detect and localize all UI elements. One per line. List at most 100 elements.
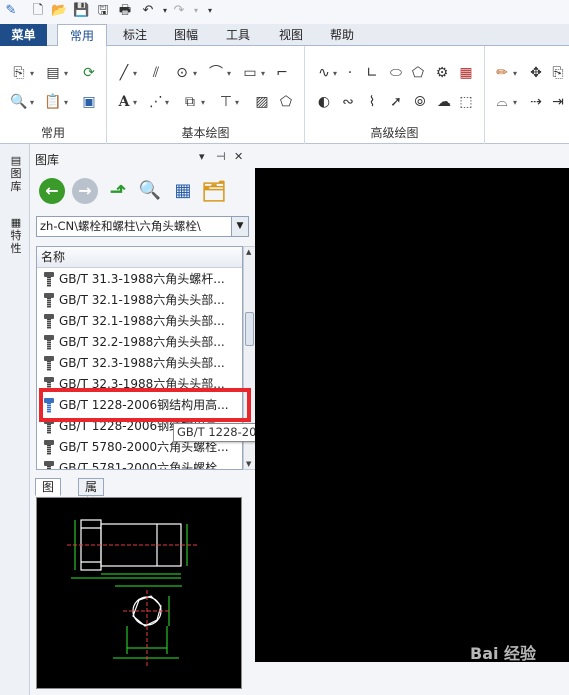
folder-view-button[interactable]: 🗂 [201,178,227,204]
app-logo-icon[interactable]: ✎ [3,3,19,19]
polyline-icon[interactable]: ⌐ [273,64,291,82]
tab-tools[interactable]: 工具 [220,24,256,46]
layer-icon[interactable]: ▣ [80,93,98,111]
parallel-icon[interactable]: ⫽ [147,64,165,82]
up-folder-button[interactable]: ⬏ [105,178,131,204]
side-tab-properties[interactable]: ▦ 特性 [8,216,24,255]
copy-icon[interactable]: ⎘ [549,64,567,82]
polygon-icon[interactable]: ⬠ [409,64,427,82]
wave-icon[interactable]: ∾ [339,93,357,111]
list-item-label: GB/T 32.1-1988六角头头部... [59,293,225,307]
text-icon[interactable]: A [115,93,133,111]
tab-sheet[interactable]: 图幅 [168,24,204,46]
ribbon-group-basic-draw: ╱ ▾ ⫽ ⊙ ▾ ⌒ ▾ ▭ ▾ ⌐ A ▾ ⋰ ▾ ⧉ ▾ ⊤ ▾ ▨ ⬠ 基本绘图 [107,46,305,144]
list-item[interactable]: GB/T 32.3-1988六角头头部... [39,353,234,374]
save-icon[interactable]: 💾 [73,3,89,19]
undo-icon[interactable]: ↶ [140,3,156,19]
block-icon[interactable]: ⧉ [181,93,199,111]
path-combobox[interactable]: zh-CN\螺栓和螺柱\六角头螺栓\ ▼ [36,216,249,237]
chevron-down-icon[interactable]: ▼ [231,217,248,236]
print-icon[interactable]: 🖶 [117,3,133,19]
tab-attributes[interactable]: 属性 [78,478,105,510]
bolt-icon[interactable]: ⬚ [457,93,475,111]
extend-icon[interactable]: ⇥ [549,93,567,111]
gear-shape-icon[interactable]: ⚙ [433,64,451,82]
list-item-label: GB/T 32.2-1988六角头头部... [59,335,225,349]
group-label-common: 常用 [40,126,65,140]
ribbon-group-advanced-draw: ∿ ▾ · ∟ ⬭ ⬠ ⚙ ▦ ◐ ∾ ⌇ ➚ ⦾ ☁ ⬚ 高级绘图 [305,46,485,144]
table-icon[interactable]: ▦ [457,64,475,82]
list-item-label: GB/T 32.1-1988六角头头部... [59,314,225,328]
chamfer-icon[interactable]: ⌓ [493,93,511,111]
close-icon[interactable]: ✕ [234,150,243,163]
forward-button[interactable]: → [72,178,98,204]
tab-help[interactable]: 帮助 [324,24,360,46]
brush-icon[interactable]: ✏ [493,64,511,82]
customize-icon[interactable]: ▾ [202,3,218,19]
scroll-down-icon[interactable]: ▼ [246,460,251,468]
panel-menu-icon[interactable]: ▾ [199,150,205,163]
ribbon-group-edit: ✏ ▾ ✥ ⎘ ⌓ ▾ ⇢ ⇥ [485,46,569,144]
library-icon: ▤ [10,154,22,167]
paste-icon[interactable]: 📋 [44,93,62,111]
centerline-icon[interactable]: ⋰ [147,93,165,111]
tab-common[interactable]: 常用 [57,24,107,47]
tab-view[interactable]: 视图 [273,24,309,46]
point-icon[interactable]: · [341,64,359,82]
status-area [255,662,569,695]
circle-icon[interactable]: ⊙ [173,64,191,82]
open-folder-icon[interactable]: 📂 [51,3,67,19]
trim-icon[interactable]: ⇢ [527,93,545,111]
bolt-icon [43,440,55,455]
ribbon-tab-bar: 菜单 常用 标注 图幅 工具 视图 帮助 [0,24,569,47]
list-item[interactable]: GB/T 32.1-1988六角头头部... [39,311,234,332]
zoom-icon[interactable]: 🔍 [10,93,28,111]
list-column-header[interactable]: 名称 [37,247,242,268]
redo-icon[interactable]: ↷ [171,3,187,19]
view-mode-button[interactable]: ▦ [170,178,196,204]
move-icon[interactable]: ✥ [527,64,545,82]
scrollbar-thumb[interactable] [245,312,254,346]
side-tab-library-label: 图库 [10,167,22,193]
drawing-canvas[interactable] [255,168,569,662]
list-item-label: GB/T 31.3-1988六角头螺杆... [59,272,225,286]
cloud-icon[interactable]: ☁ [435,93,453,111]
format-icon[interactable]: ▤ [44,64,62,82]
arrow-icon[interactable]: ➚ [387,93,405,111]
save-as-icon[interactable]: 🖫 [95,3,111,19]
bolt-icon [43,272,55,287]
fill-icon[interactable]: ⬠ [277,93,295,111]
tab-shape[interactable]: 图形 [35,478,62,510]
refresh-icon[interactable]: ⟳ [80,64,98,82]
bolt-drawing [67,519,197,666]
arc-icon[interactable]: ⌒ [207,64,225,82]
hole-icon[interactable]: ⦾ [411,93,429,111]
list-item[interactable]: GB/T 32.1-1988六角头头部... [39,290,234,311]
list-item[interactable]: GB/T 32.2-1988六角头头部... [39,332,234,353]
property-icon[interactable]: ⎘ [10,64,28,82]
bolt-icon [43,356,55,371]
tab-menu[interactable]: 菜单 [0,24,47,46]
pin-icon[interactable]: ⊣ [216,150,226,163]
selection-highlight [39,388,251,422]
side-tab-library[interactable]: ▤ 图库 [8,154,24,193]
hatch-icon[interactable]: ▨ [253,93,271,111]
tab-dimension[interactable]: 标注 [117,24,153,46]
rectangle-icon[interactable]: ▭ [241,64,259,82]
side-tab-strip: ▤ 图库 ▦ 特性 [0,144,30,695]
dimension-icon[interactable]: ⊤ [217,93,235,111]
cycloid-icon[interactable]: ◐ [315,93,333,111]
search-button[interactable]: 🔍 [137,178,163,204]
ellipse-icon[interactable]: ⬭ [387,64,405,82]
back-button[interactable]: ← [39,178,65,204]
spline-icon[interactable]: ∿ [315,64,333,82]
break-line-icon[interactable]: ⌇ [363,93,381,111]
list-item[interactable]: GB/T 5781-2000六角头螺栓... [39,458,234,469]
line-icon[interactable]: ╱ [115,64,133,82]
list-item[interactable]: GB/T 31.3-1988六角头螺杆... [39,269,234,290]
scroll-up-icon[interactable]: ▲ [246,248,251,256]
angle-icon[interactable]: ∟ [363,64,381,82]
watermark: Bai 经验 [470,644,537,663]
path-text: zh-CN\螺栓和螺柱\六角头螺栓\ [40,219,201,233]
new-file-icon[interactable]: 🗋 [30,3,46,19]
